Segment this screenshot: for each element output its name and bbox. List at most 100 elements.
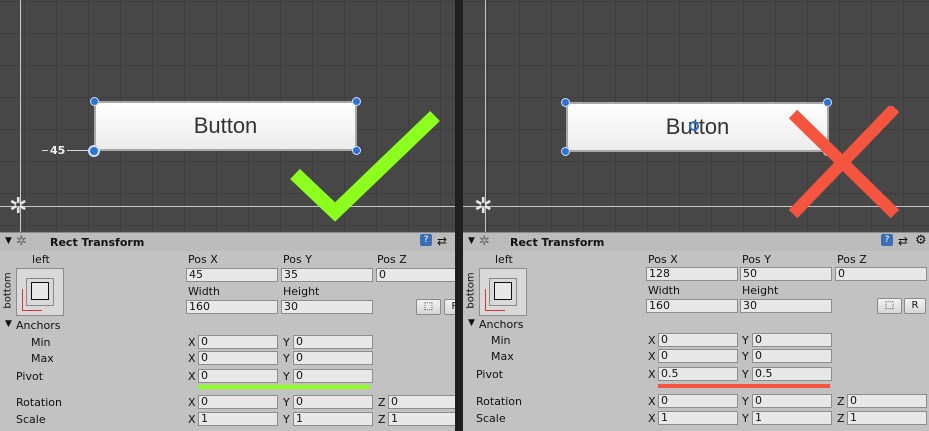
left-panel: 45 Button ✲ ▼ ✲ Rect Transform ? ⇄ left …	[0, 0, 455, 431]
component-header[interactable]: ▼ ✲ Rect Transform ? ⇄ ⚙	[463, 233, 929, 251]
cross-icon	[788, 106, 900, 219]
scene-gizmo-icon: ✲	[9, 194, 28, 219]
rot-x-letter: X	[188, 396, 196, 409]
scale-y-field[interactable]: 1	[752, 411, 832, 425]
component-title: Rect Transform	[510, 236, 605, 249]
pivot-handle[interactable]	[88, 145, 100, 157]
pos-z-label: Pos Z	[377, 253, 407, 266]
resize-handle-bl[interactable]	[561, 147, 570, 156]
pivot-y-letter: Y	[283, 370, 290, 383]
pivot-x-field[interactable]: 0	[198, 369, 278, 383]
pos-x-field[interactable]: 45	[186, 268, 278, 282]
pos-y-field[interactable]: 50	[740, 267, 832, 281]
anchor-preset-button[interactable]	[479, 268, 527, 316]
height-field[interactable]: 30	[740, 299, 832, 313]
resize-handle-tl[interactable]	[561, 98, 570, 107]
rot-y-field[interactable]: 0	[293, 395, 373, 409]
height-label: Height	[283, 285, 320, 298]
rot-y-field[interactable]: 0	[752, 394, 832, 408]
help-icon[interactable]: ?	[420, 234, 432, 246]
blueprint-mode-button[interactable]: ⬚	[416, 299, 441, 315]
scale-x-field[interactable]: 1	[658, 411, 738, 425]
anchors-foldout[interactable]: ▼	[468, 318, 475, 328]
min-y-letter: Y	[742, 334, 749, 347]
inspector-right: ▼ ✲ Rect Transform ? ⇄ ⚙ left bottom Pos…	[463, 232, 929, 431]
rot-y-letter: Y	[283, 396, 290, 409]
rot-z-field[interactable]: 0	[388, 395, 455, 409]
max-x-letter: X	[648, 350, 656, 363]
scale-z-field[interactable]: 1	[847, 411, 927, 425]
gear-icon[interactable]: ⚙	[915, 233, 927, 248]
pos-x-label: Pos X	[648, 253, 678, 266]
min-y-field[interactable]: 0	[293, 335, 373, 349]
scene-view-left[interactable]: 45 Button ✲	[0, 0, 455, 232]
scale-z-field[interactable]: 1	[388, 412, 455, 426]
pos-z-field[interactable]: 0	[376, 268, 455, 282]
scale-y-field[interactable]: 1	[293, 412, 373, 426]
pos-x-label: Pos X	[188, 253, 218, 266]
scale-x-letter: X	[648, 412, 656, 425]
max-x-field[interactable]: 0	[658, 349, 738, 363]
anchors-foldout[interactable]: ▼	[5, 319, 12, 329]
min-y-letter: Y	[283, 336, 290, 349]
component-header[interactable]: ▼ ✲ Rect Transform ? ⇄	[0, 233, 455, 251]
anchor-h-label: left	[32, 253, 50, 266]
min-x-letter: X	[188, 336, 196, 349]
component-title: Rect Transform	[50, 236, 145, 249]
min-label: Min	[491, 334, 511, 347]
rot-x-field[interactable]: 0	[198, 395, 278, 409]
width-label: Width	[188, 285, 220, 298]
pivot-handle[interactable]	[689, 121, 699, 131]
pos-z-label: Pos Z	[837, 253, 867, 266]
scale-x-letter: X	[188, 413, 196, 426]
width-field[interactable]: 160	[186, 300, 278, 314]
foldout-arrow-icon[interactable]: ▼	[468, 236, 475, 246]
blueprint-mode-button[interactable]: ⬚	[877, 298, 902, 314]
rect-transform-icon: ✲	[479, 234, 490, 249]
min-x-field[interactable]: 0	[198, 335, 278, 349]
panel-separator	[455, 0, 463, 431]
pos-y-field[interactable]: 35	[281, 268, 373, 282]
min-x-letter: X	[648, 334, 656, 347]
height-field[interactable]: 30	[281, 300, 373, 314]
max-y-letter: Y	[742, 350, 749, 363]
help-icon[interactable]: ?	[881, 234, 893, 246]
pos-z-field[interactable]: 0	[835, 267, 927, 281]
max-y-field[interactable]: 0	[752, 349, 832, 363]
max-y-letter: Y	[283, 352, 290, 365]
scene-view-right[interactable]: Button ✲	[463, 0, 929, 232]
foldout-arrow-icon[interactable]: ▼	[5, 236, 12, 246]
resize-handle-tr[interactable]	[352, 97, 361, 106]
pivot-y-field[interactable]: 0	[293, 369, 373, 383]
rot-x-letter: X	[648, 395, 656, 408]
max-x-field[interactable]: 0	[198, 351, 278, 365]
anchor-preset-button[interactable]	[16, 268, 64, 316]
pivot-y-field[interactable]: 0.5	[752, 367, 832, 381]
raw-edit-button[interactable]: R	[904, 298, 926, 314]
min-y-field[interactable]: 0	[752, 333, 832, 347]
width-field[interactable]: 160	[646, 299, 738, 313]
resize-handle-tl[interactable]	[90, 97, 99, 106]
rot-z-letter: Z	[837, 395, 845, 408]
max-label: Max	[31, 352, 54, 365]
rot-y-letter: Y	[742, 395, 749, 408]
rot-z-field[interactable]: 0	[847, 394, 927, 408]
rot-x-field[interactable]: 0	[658, 394, 738, 408]
pivot-x-field[interactable]: 0.5	[658, 367, 738, 381]
settings-icon[interactable]: ⇄	[898, 234, 908, 248]
height-label: Height	[742, 284, 779, 297]
min-x-field[interactable]: 0	[658, 333, 738, 347]
settings-icon[interactable]: ⇄	[437, 234, 447, 248]
pivot-label: Pivot	[16, 370, 44, 383]
pos-x-field[interactable]: 128	[646, 267, 738, 281]
max-y-field[interactable]: 0	[293, 351, 373, 365]
pivot-x-letter: X	[648, 368, 656, 381]
rot-z-letter: Z	[378, 396, 386, 409]
anchor-v-label: bottom	[2, 272, 14, 309]
raw-edit-button[interactable]: R	[444, 299, 455, 315]
scale-z-letter: Z	[378, 413, 386, 426]
anchor-v-label: bottom	[465, 272, 477, 309]
rotation-label: Rotation	[476, 395, 523, 408]
ui-button-text: Button	[193, 113, 258, 138]
scale-x-field[interactable]: 1	[198, 412, 278, 426]
